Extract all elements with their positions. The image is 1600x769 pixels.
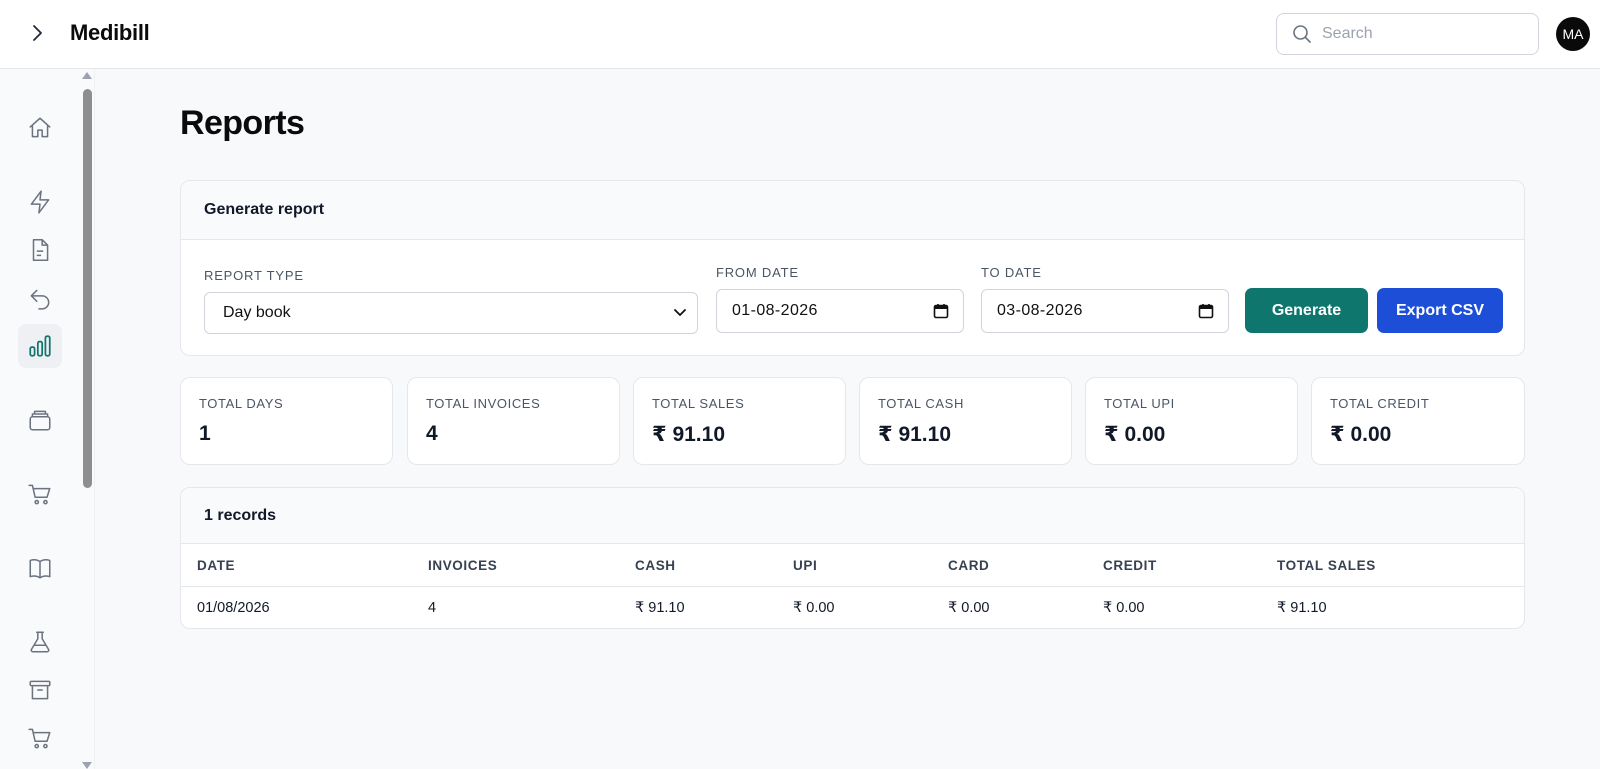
column-header-card[interactable]: CARD [948, 558, 989, 573]
column-header-invoices[interactable]: INVOICES [428, 558, 497, 573]
cell-cash: ₹ 91.10 [635, 600, 685, 616]
sidebar-item-archive[interactable] [18, 668, 62, 712]
sidebar-item-home[interactable] [18, 106, 62, 150]
sidebar-item-orders[interactable] [18, 716, 62, 760]
to-date-value: 03-08-2026 [997, 302, 1083, 319]
sidebar-item-purchases[interactable] [18, 472, 62, 516]
lightning-icon [30, 190, 50, 214]
from-date-label: FROM DATE [716, 265, 799, 280]
column-header-cash[interactable]: CASH [635, 558, 676, 573]
column-header-credit[interactable]: CREDIT [1103, 558, 1157, 573]
stat-value: ₹ 91.10 [652, 423, 725, 446]
stat-label: TOTAL CASH [878, 396, 964, 411]
cart-icon [28, 728, 51, 749]
stat-label: TOTAL UPI [1104, 396, 1175, 411]
report-type-value: Day book [223, 304, 291, 321]
sidebar-item-reports[interactable] [18, 324, 62, 368]
to-date-input[interactable]: 03-08-2026 [981, 289, 1229, 333]
chevron-right-icon [33, 25, 42, 41]
column-header-date[interactable]: DATE [197, 558, 235, 573]
top-bar: Medibill MA [0, 0, 1600, 69]
sidebar [0, 69, 95, 769]
stat-label: TOTAL INVOICES [426, 396, 541, 411]
sidebar-item-quick-bill[interactable] [18, 180, 62, 224]
app-brand: Medibill [70, 20, 150, 45]
calendar-icon[interactable] [1198, 303, 1214, 324]
stat-value: 4 [426, 422, 438, 445]
stat-card-total-days: TOTAL DAYS 1 [180, 377, 393, 465]
column-header-total-sales[interactable]: TOTAL SALES [1277, 558, 1376, 573]
home-icon [29, 117, 51, 138]
undo-arrow-icon [30, 289, 50, 310]
generate-report-title: Generate report [181, 181, 1524, 240]
search-box[interactable] [1276, 13, 1539, 55]
bar-chart-icon [29, 335, 51, 357]
stat-value: ₹ 0.00 [1330, 423, 1392, 446]
user-avatar[interactable]: MA [1556, 17, 1590, 51]
chevron-down-icon [673, 305, 687, 326]
records-count: 1 records [181, 488, 1524, 544]
page-title: Reports [180, 104, 305, 142]
to-date-label: TO DATE [981, 265, 1042, 280]
sidebar-item-ledger[interactable] [18, 546, 62, 590]
stat-label: TOTAL DAYS [199, 396, 284, 411]
generate-button[interactable]: Generate [1245, 288, 1368, 333]
sidebar-item-inventory[interactable] [18, 398, 62, 442]
scroll-down-arrow[interactable] [82, 762, 92, 769]
stat-card-total-cash: TOTAL CASH ₹ 91.10 [859, 377, 1072, 465]
from-date-value: 01-08-2026 [732, 302, 818, 319]
report-type-label: REPORT TYPE [204, 268, 304, 283]
stack-icon [29, 410, 51, 431]
book-open-icon [29, 558, 51, 579]
document-icon [32, 238, 49, 262]
stat-label: TOTAL SALES [652, 396, 745, 411]
export-csv-button[interactable]: Export CSV [1377, 288, 1503, 333]
stat-value: ₹ 91.10 [878, 423, 951, 446]
table-row[interactable]: 01/08/2026 4 ₹ 91.10 ₹ 0.00 ₹ 0.00 ₹ 0.0… [181, 587, 1524, 628]
archive-box-icon [29, 680, 51, 700]
sidebar-item-invoices[interactable] [18, 228, 62, 272]
from-date-input[interactable]: 01-08-2026 [716, 289, 964, 333]
stat-value: ₹ 0.00 [1104, 423, 1166, 446]
generate-report-card: Generate report REPORT TYPE Day book FRO… [180, 180, 1525, 356]
table-header: DATE INVOICES CASH UPI CARD CREDIT TOTAL… [181, 544, 1524, 587]
cell-upi: ₹ 0.00 [793, 600, 835, 616]
cart-icon [28, 484, 51, 505]
stat-value: 1 [199, 422, 211, 445]
flask-icon [30, 631, 50, 653]
sidebar-scrollbar[interactable] [82, 72, 92, 769]
stat-card-total-invoices: TOTAL INVOICES 4 [407, 377, 620, 465]
cell-credit: ₹ 0.00 [1103, 600, 1145, 616]
search-input[interactable] [1322, 25, 1522, 43]
scroll-up-arrow[interactable] [82, 72, 92, 79]
expand-sidebar-button[interactable] [22, 18, 52, 48]
search-icon [1292, 23, 1314, 45]
cell-invoices: 4 [428, 600, 437, 616]
stat-label: TOTAL CREDIT [1330, 396, 1430, 411]
column-header-upi[interactable]: UPI [793, 558, 817, 573]
sidebar-item-lab[interactable] [18, 620, 62, 664]
records-table-card: 1 records DATE INVOICES CASH UPI CARD CR… [180, 487, 1525, 629]
calendar-icon[interactable] [933, 303, 949, 324]
stat-card-total-upi: TOTAL UPI ₹ 0.00 [1085, 377, 1298, 465]
report-type-select[interactable]: Day book [204, 292, 698, 334]
stat-card-total-credit: TOTAL CREDIT ₹ 0.00 [1311, 377, 1525, 465]
sidebar-item-returns[interactable] [18, 276, 62, 320]
cell-date: 01/08/2026 [197, 600, 270, 616]
cell-card: ₹ 0.00 [948, 600, 990, 616]
cell-total-sales: ₹ 91.10 [1277, 600, 1327, 616]
stat-card-total-sales: TOTAL SALES ₹ 91.10 [633, 377, 846, 465]
scroll-thumb[interactable] [83, 89, 92, 488]
